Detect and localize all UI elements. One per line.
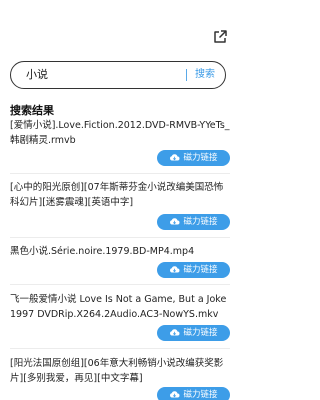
cloud-download-icon — [170, 265, 180, 272]
magnet-link-button[interactable]: 磁力链接 — [157, 150, 230, 166]
cloud-download-icon — [170, 390, 180, 397]
search-input[interactable] — [26, 67, 176, 83]
result-item: 飞一般爱情小说 Love Is Not a Game, But a Joke 1… — [10, 292, 232, 322]
search-results-screen: 搜索 搜索结果 [爱情小说].Love.Fiction.2012.DVD-RMV… — [0, 0, 240, 400]
cloud-download-icon — [170, 153, 180, 160]
share-icon — [214, 30, 227, 43]
magnet-link-label: 磁力链接 — [183, 390, 218, 400]
result-item: [心中的阳光原创][07年斯蒂芬金小说改编美国恐怖科幻片][迷雾震魂][英语中字… — [10, 180, 232, 210]
magnet-link-button[interactable]: 磁力链接 — [157, 387, 230, 400]
magnet-link-button[interactable]: 磁力链接 — [157, 325, 230, 341]
divider — [10, 237, 230, 238]
result-title: [阳光法国原创组][06年意大利畅销小说改编获奖影片][多别我爱，再见][中文字… — [10, 358, 224, 384]
magnet-link-label: 磁力链接 — [183, 153, 218, 163]
magnet-link-label: 磁力链接 — [183, 265, 218, 275]
result-title: 飞一般爱情小说 Love Is Not a Game, But a Joke 1… — [10, 294, 227, 320]
result-item: [爱情小说].Love.Fiction.2012.DVD-RMVB-YYeTs_… — [10, 118, 232, 148]
magnet-link-label: 磁力链接 — [183, 217, 218, 227]
magnet-link-button[interactable]: 磁力链接 — [157, 262, 230, 278]
cloud-download-icon — [170, 217, 180, 224]
search-divider — [186, 69, 187, 81]
search-button[interactable]: 搜索 — [195, 67, 215, 83]
search-bar: 搜索 — [10, 61, 226, 89]
divider — [10, 284, 230, 285]
result-item: 黑色小说.Série.noire.1979.BD-MP4.mp4 — [10, 244, 232, 259]
magnet-link-label: 磁力链接 — [183, 328, 218, 338]
divider — [10, 348, 230, 349]
results-heading: 搜索结果 — [10, 104, 54, 117]
cloud-download-icon — [170, 328, 180, 335]
divider — [10, 173, 230, 174]
result-title: [爱情小说].Love.Fiction.2012.DVD-RMVB-YYeTs_… — [10, 120, 230, 146]
share-button[interactable] — [212, 29, 228, 45]
result-title: 黑色小说.Série.noire.1979.BD-MP4.mp4 — [10, 246, 195, 257]
result-item: [阳光法国原创组][06年意大利畅销小说改编获奖影片][多别我爱，再见][中文字… — [10, 356, 232, 386]
result-title: [心中的阳光原创][07年斯蒂芬金小说改编美国恐怖科幻片][迷雾震魂][英语中字… — [10, 182, 224, 208]
magnet-link-button[interactable]: 磁力链接 — [157, 214, 230, 230]
